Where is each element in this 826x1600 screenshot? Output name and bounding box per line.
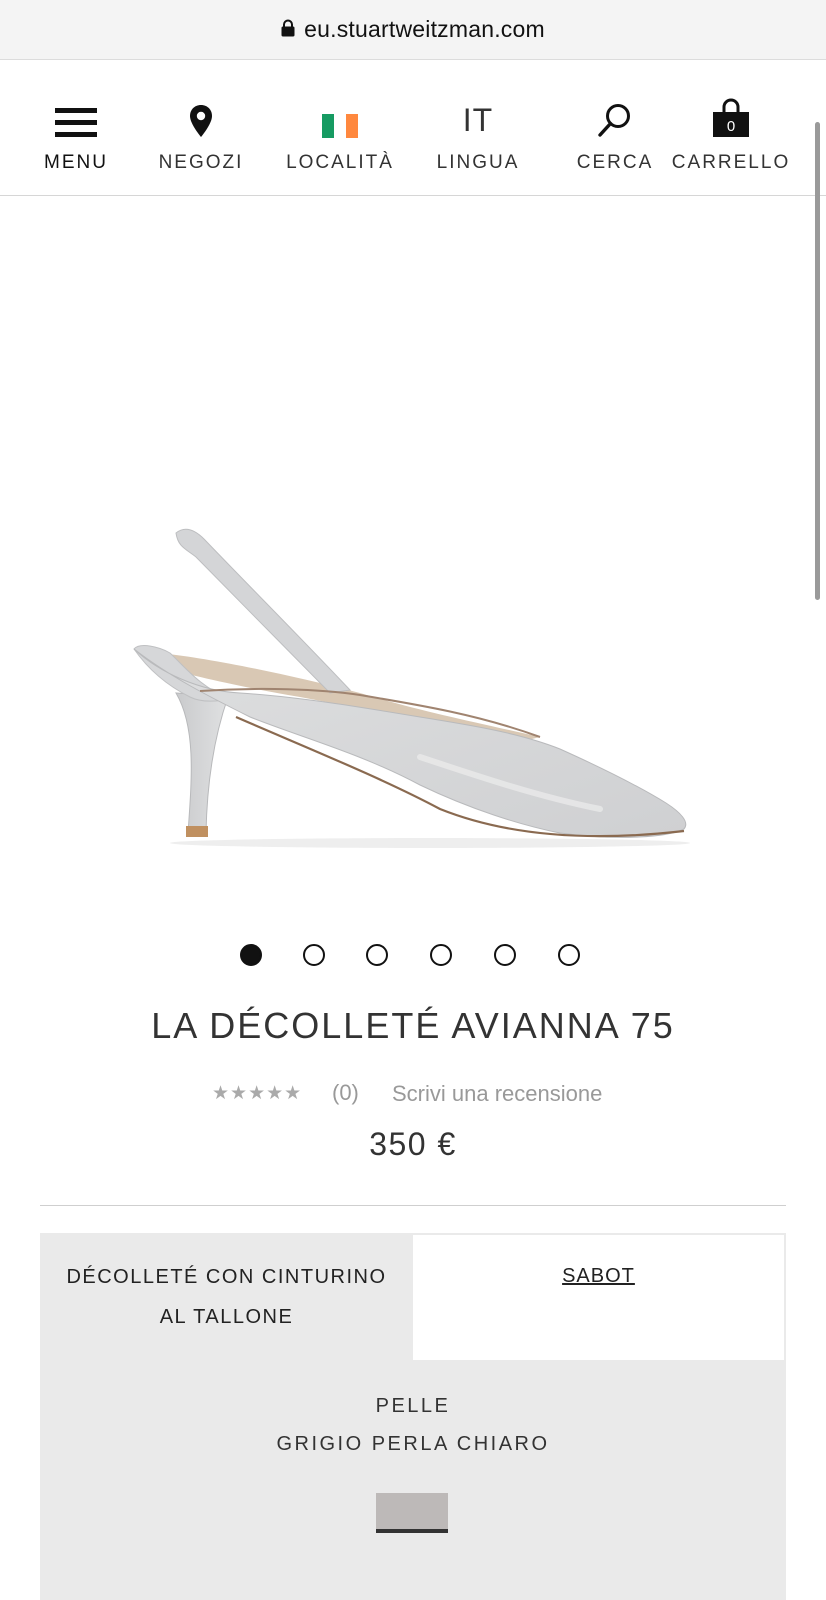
search-icon xyxy=(598,104,630,137)
url-text: eu.stuartweitzman.com xyxy=(304,16,545,42)
lock-icon xyxy=(281,19,295,36)
browser-address-bar[interactable]: eu.stuartweitzman.com xyxy=(0,0,826,60)
language-code: IT xyxy=(462,102,494,138)
gallery-dot-3[interactable] xyxy=(366,944,388,966)
nav-stores-button[interactable]: NEGOZI xyxy=(154,60,248,196)
map-pin-icon xyxy=(190,105,212,137)
style-option-sabot-link[interactable]: SABOT xyxy=(562,1265,635,1288)
variant-selector: DÉCOLLETÉ CON CINTURINO AL TALLONE SABOT… xyxy=(40,1233,786,1600)
color-name: GRIGIO PERLA CHIARO xyxy=(276,1433,550,1455)
nav-menu-label: MENU xyxy=(44,152,108,173)
nav-cart-button[interactable]: 0 CARRELLO xyxy=(672,60,788,196)
style-option-label: DÉCOLLETÉ CON CINTURINO AL TALLONE xyxy=(66,1266,387,1328)
color-swatch[interactable] xyxy=(376,1493,448,1533)
nav-search-button[interactable]: CERCA xyxy=(577,60,653,196)
gallery-dot-1[interactable] xyxy=(240,944,262,966)
slingback-pump-image[interactable] xyxy=(0,197,826,877)
nav-menu-button[interactable]: MENU xyxy=(34,60,118,196)
gallery-dot-2[interactable] xyxy=(303,944,325,966)
style-option-heel-strap[interactable]: DÉCOLLETÉ CON CINTURINO AL TALLONE xyxy=(40,1233,413,1361)
nav-stores-label: NEGOZI xyxy=(158,152,244,173)
nav-search-label: CERCA xyxy=(576,152,654,173)
nav-language-button[interactable]: IT LINGUA xyxy=(432,60,524,196)
style-option-sabot[interactable]: SABOT xyxy=(413,1233,786,1362)
nav-cart-label: CARRELLO xyxy=(671,152,791,173)
nav-language-label: LINGUA xyxy=(436,152,520,173)
nav-location-label: LOCALITÀ xyxy=(286,152,394,173)
shopping-bag-icon: 0 xyxy=(712,98,750,138)
nav-location-button[interactable]: LOCALITÀ xyxy=(284,60,396,196)
gallery-dot-4[interactable] xyxy=(430,944,452,966)
gallery-dot-6[interactable] xyxy=(558,944,580,966)
site-header-nav: MENU NEGOZI LOCALITÀ IT LINGUA CERCA 0 C… xyxy=(0,60,826,196)
product-rating: ★★★★★ (0) Scrivi una recensione xyxy=(0,1080,826,1110)
review-count: (0) xyxy=(332,1080,359,1105)
hamburger-icon xyxy=(55,108,97,137)
image-pagination xyxy=(0,944,826,966)
ireland-flag-icon xyxy=(322,114,358,138)
product-price: 350 € xyxy=(369,1126,457,1162)
cart-count: 0 xyxy=(726,118,736,135)
material-label: PELLE xyxy=(375,1395,451,1417)
rating-stars: ★★★★★ xyxy=(212,1083,303,1104)
write-review-link[interactable]: Scrivi una recensione xyxy=(392,1081,602,1107)
section-divider xyxy=(40,1205,786,1206)
product-title: LA DÉCOLLETÉ AVIANNA 75 xyxy=(151,1005,675,1046)
gallery-dot-5[interactable] xyxy=(494,944,516,966)
